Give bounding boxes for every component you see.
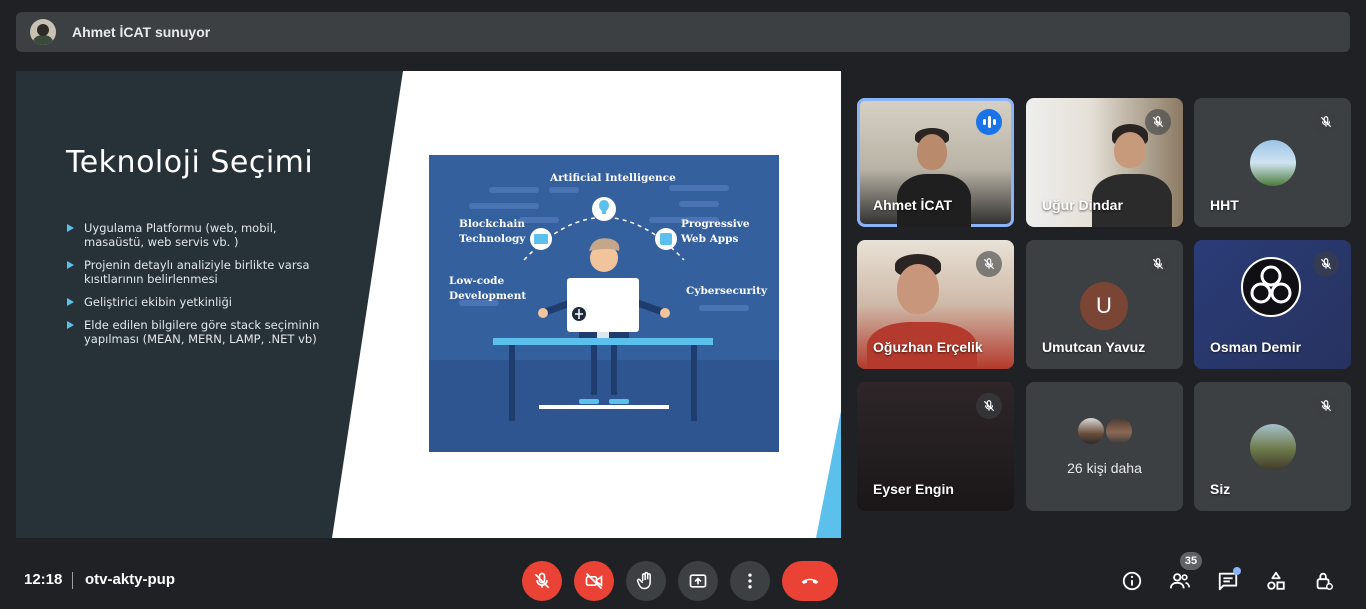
participant-tile[interactable]: Ahmet İCAT [857, 98, 1014, 227]
more-participants-tile[interactable]: 26 kişi daha [1026, 382, 1183, 511]
mic-off-icon [1145, 251, 1171, 277]
info-icon [1122, 571, 1142, 591]
chat-notification-dot [1233, 567, 1241, 575]
participant-avatar [1250, 140, 1296, 186]
slide-bullet: Geliştirici ekibin yetkinliği [66, 295, 336, 309]
participant-name: Ahmet İCAT [873, 197, 953, 213]
present-icon [689, 574, 707, 588]
participant-name: Uğur Dindar [1042, 197, 1123, 213]
participant-name: HHT [1210, 197, 1239, 213]
more-options-button[interactable] [730, 561, 770, 601]
illustration-label-lowcode: Low-code Development [449, 275, 527, 302]
more-vert-icon [748, 573, 752, 589]
activities-icon [1267, 571, 1285, 590]
self-tile[interactable]: Siz [1194, 382, 1351, 511]
slide-bullet-list: Uygulama Platformu (web, mobil, masaüstü… [66, 221, 336, 355]
meeting-time: 12:18 [24, 571, 63, 588]
people-icon [1169, 573, 1190, 589]
presenter-banner-text: Ahmet İCAT sunuyor [72, 24, 211, 40]
participant-tile[interactable]: Eyser Engin [857, 382, 1014, 511]
show-everyone-button[interactable] [1166, 567, 1194, 595]
call-end-icon [801, 578, 819, 584]
illustration-label-blockchain: Blockchain Technology [459, 218, 526, 245]
mic-off-icon [1145, 109, 1171, 135]
camera-off-icon [585, 572, 603, 590]
mic-off-icon [1313, 251, 1339, 277]
presenter-banner: Ahmet İCAT sunuyor [16, 12, 1350, 52]
participant-name: Oğuzhan Erçelik [873, 339, 983, 355]
participant-name: Siz [1210, 481, 1231, 497]
present-now-button[interactable] [678, 561, 718, 601]
participant-tile[interactable]: Oğuzhan Erçelik [857, 240, 1014, 369]
mic-off-icon [1313, 109, 1339, 135]
more-participants-avatars [1076, 416, 1136, 448]
slide-title: Teknoloji Seçimi [66, 145, 314, 180]
slide-bullet: Uygulama Platformu (web, mobil, masaüstü… [66, 221, 336, 249]
hand-icon [636, 571, 651, 590]
people-count-badge: 35 [1180, 552, 1202, 570]
raise-hand-button[interactable] [626, 561, 666, 601]
toggle-camera-button[interactable] [574, 561, 614, 601]
audio-level-icon [976, 109, 1002, 135]
participant-tile[interactable]: HHT [1194, 98, 1351, 227]
participant-tile[interactable]: Osman Demir [1194, 240, 1351, 369]
mic-off-icon [534, 572, 550, 589]
presentation-slide: Teknoloji Seçimi Uygulama Platformu (web… [16, 71, 841, 538]
participant-name: Umutcan Yavuz [1042, 339, 1146, 355]
participant-name: Osman Demir [1210, 339, 1302, 355]
mic-off-icon [976, 393, 1002, 419]
bottom-bar-divider [72, 572, 73, 589]
host-controls-button[interactable] [1310, 567, 1338, 595]
slide-bullet: Projenin detaylı analiziyle birlikte var… [66, 258, 336, 286]
leave-call-button[interactable] [782, 561, 838, 601]
participant-initial-avatar: U [1080, 282, 1128, 330]
illustration-label-ai: Artificial Intelligence [550, 172, 676, 184]
illustration-label-cybersecurity: Cybersecurity [686, 285, 768, 297]
host-controls-icon [1316, 572, 1333, 590]
more-participants-label: 26 kişi daha [1067, 460, 1142, 476]
technology-illustration: Artificial Intelligence Blockchain Techn… [429, 155, 779, 452]
participant-avatar [1104, 416, 1134, 446]
activities-button[interactable] [1262, 567, 1290, 595]
slide-bullet: Elde edilen bilgilere göre stack seçimin… [66, 318, 336, 346]
mic-off-icon [1313, 393, 1339, 419]
obs-logo-icon [1241, 257, 1301, 317]
meeting-details-button[interactable] [1118, 567, 1146, 595]
participant-name: Eyser Engin [873, 481, 954, 497]
presenter-avatar [30, 19, 56, 45]
participant-tile[interactable]: Uğur Dindar [1026, 98, 1183, 227]
participant-avatar [1076, 416, 1106, 446]
meeting-code: otv-akty-pup [85, 571, 175, 588]
participant-tile[interactable]: U Umutcan Yavuz [1026, 240, 1183, 369]
toggle-microphone-button[interactable] [522, 561, 562, 601]
illustration-label-pwa: Progressive Web Apps [681, 218, 750, 245]
self-avatar [1250, 424, 1296, 470]
mic-off-icon [976, 251, 1002, 277]
